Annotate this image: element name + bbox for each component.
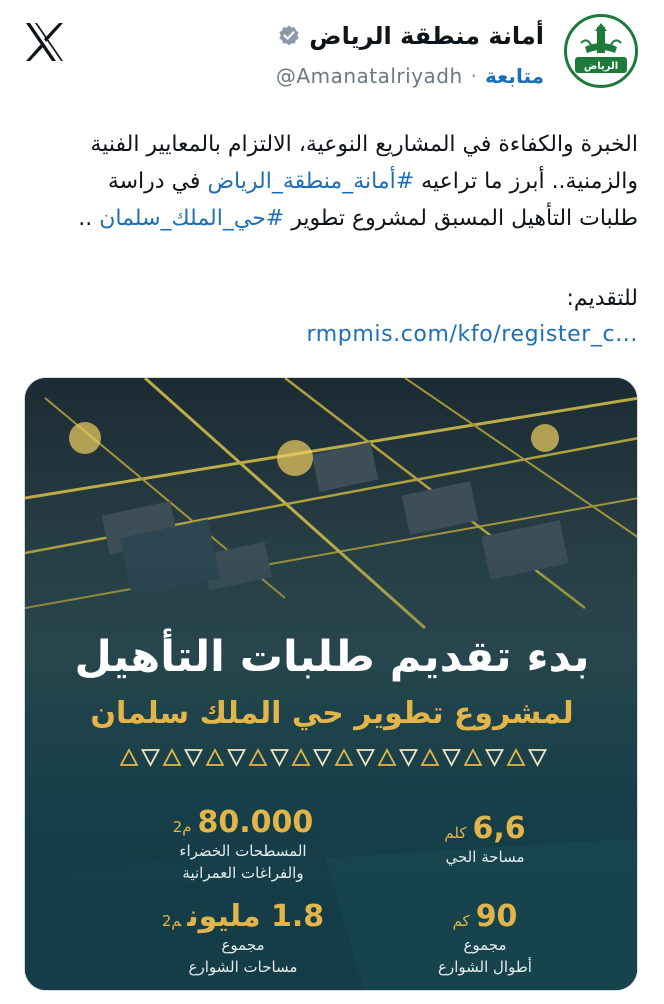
hashtag-king-salman[interactable]: #حي_الملك_سلمان bbox=[99, 206, 284, 231]
tweet-header: الرياض أمانة منطقة الرياض متابعة · @Aman… bbox=[0, 0, 664, 110]
triangle-pattern bbox=[119, 748, 547, 767]
triangle-ornament bbox=[442, 749, 461, 767]
stat-label: مجموع bbox=[463, 936, 507, 954]
triangle-ornament bbox=[291, 748, 311, 766]
triangle-ornament bbox=[119, 748, 139, 766]
stat-label: المسطحات الخضراء bbox=[179, 842, 307, 860]
triangle-ornament bbox=[356, 749, 375, 767]
triangle-ornament bbox=[184, 749, 203, 767]
stat-label: مساحات الشوارع bbox=[188, 958, 298, 976]
tweet-text: الخبرة والكفاءة في المشاريع النوعية، الا… bbox=[22, 126, 638, 237]
stat-green-spaces: 80.000 م2 المسطحات الخضراء والفراغات العم… bbox=[143, 806, 343, 884]
account-name-row: أمانة منطقة الرياض bbox=[277, 22, 544, 50]
triangle-ornament bbox=[334, 748, 354, 766]
triangle-ornament bbox=[141, 749, 160, 767]
separator-dot: · bbox=[470, 64, 478, 88]
triangle-ornament bbox=[313, 749, 332, 767]
handle-row: متابعة · @Amanatalriyadh bbox=[276, 64, 544, 88]
apply-label: للتقديم: bbox=[566, 286, 638, 311]
triangle-ornament bbox=[270, 749, 289, 767]
triangle-ornament bbox=[506, 748, 526, 766]
register-link[interactable]: rmpmis.com/kfo/register_c... bbox=[306, 322, 638, 347]
stat-label: مساحة الحي bbox=[445, 848, 525, 866]
tweet-text-segment: في دراسة bbox=[107, 169, 208, 194]
triangle-ornament bbox=[420, 748, 440, 766]
stat-street-area: 1.8 مليون م2 مجموع مساحات الشوارع bbox=[143, 900, 343, 978]
triangle-ornament bbox=[162, 748, 182, 766]
triangle-ornament bbox=[399, 749, 418, 767]
account-name[interactable]: أمانة منطقة الرياض bbox=[309, 22, 544, 50]
hashtag-amanat-riyadh[interactable]: #أمانة_منطقة_الرياض bbox=[207, 169, 414, 194]
stat-unit: م2 bbox=[172, 818, 192, 836]
stat-label: مجموع bbox=[221, 936, 265, 954]
avatar-logo-text: الرياض bbox=[584, 61, 618, 72]
tweet-text-segment: طلبات التأهيل المسبق لمشروع تطوير bbox=[284, 206, 638, 231]
account-handle[interactable]: @Amanatalriyadh bbox=[276, 64, 463, 88]
stat-unit: كم bbox=[452, 912, 470, 930]
tweet-line-1: الخبرة والكفاءة في المشاريع النوعية، الا… bbox=[90, 132, 638, 157]
stat-value: 1.8 مليون bbox=[187, 899, 325, 934]
tweet-line-3: طلبات التأهيل المسبق لمشروع تطوير #حي_ال… bbox=[22, 200, 638, 237]
triangle-ornament bbox=[485, 749, 504, 767]
triangle-ornament bbox=[205, 748, 225, 766]
stat-value: 80.000 bbox=[197, 805, 314, 840]
triangle-ornament bbox=[248, 748, 268, 766]
stat-area: 6,6 كلم مساحة الحي bbox=[405, 812, 565, 868]
media-card[interactable]: بدء تقديم طلبات التأهيل لمشروع تطوير حي … bbox=[24, 377, 638, 991]
riyadh-emblem-icon: الرياض bbox=[575, 23, 627, 73]
stat-label: والفراغات العمرانية bbox=[182, 864, 304, 882]
triangle-ornament bbox=[227, 749, 246, 767]
tweet-text-segment: والزمنية.. أبرز ما تراعيه bbox=[414, 169, 638, 194]
triangle-ornament bbox=[528, 749, 547, 767]
stat-value: 6,6 bbox=[472, 811, 526, 846]
triangle-ornament bbox=[463, 748, 483, 766]
avatar[interactable]: الرياض bbox=[564, 14, 638, 88]
triangle-ornament bbox=[377, 748, 397, 766]
card-subline: لمشروع تطوير حي الملك سلمان bbox=[90, 696, 574, 731]
stat-unit: كلم bbox=[444, 824, 467, 842]
stat-street-length: 90 كم مجموع أطوال الشوارع bbox=[405, 900, 565, 978]
stat-label: أطوال الشوارع bbox=[438, 958, 532, 976]
tweet-line-2: والزمنية.. أبرز ما تراعيه #أمانة_منطقة_ا… bbox=[22, 163, 638, 200]
stat-unit: م2 bbox=[161, 912, 182, 930]
verified-badge-icon bbox=[279, 25, 299, 46]
tweet-text-segment: .. bbox=[78, 206, 100, 231]
card-headline: بدء تقديم طلبات التأهيل bbox=[74, 632, 590, 682]
stat-value: 90 bbox=[475, 899, 518, 934]
follow-button[interactable]: متابعة bbox=[485, 64, 544, 88]
x-logo-icon[interactable] bbox=[22, 20, 66, 64]
